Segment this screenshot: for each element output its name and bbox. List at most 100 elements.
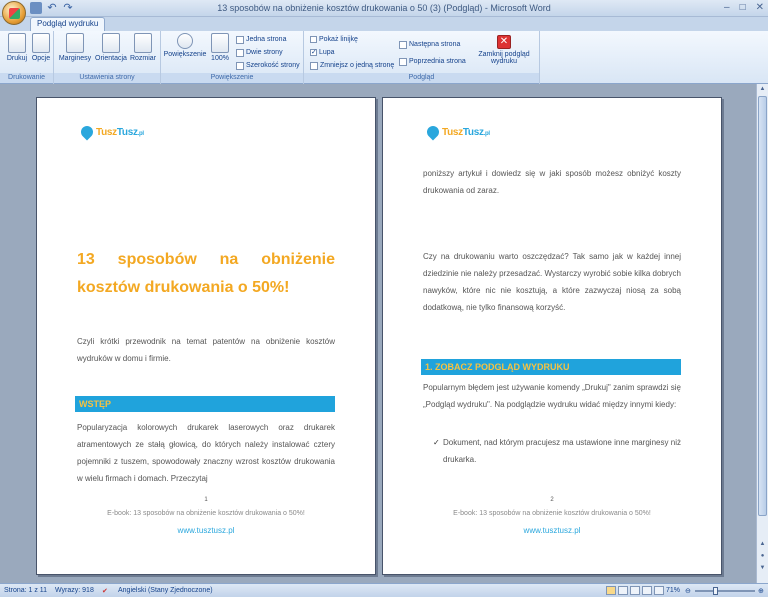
office-logo-icon: [9, 8, 20, 19]
web-layout-view-icon[interactable]: [630, 586, 640, 595]
zoom-100-button[interactable]: 100%: [207, 33, 233, 62]
zoom-button-label: Powiększenie: [163, 51, 207, 58]
magnifier-checkbox[interactable]: ✓ Lupa: [310, 47, 335, 58]
show-ruler-check[interactable]: [310, 36, 317, 43]
next-page-scroll-icon[interactable]: ▼: [758, 564, 767, 573]
page2-section-heading: 1. ZOBACZ PODGLĄD WYDRUKU: [421, 359, 681, 375]
prev-page-scroll-icon[interactable]: ▲: [758, 540, 767, 549]
show-ruler-checkbox[interactable]: Pokaż linijkę: [310, 34, 358, 45]
zoom-100-label: 100%: [211, 55, 229, 62]
page2-footer-link[interactable]: www.tusztusz.pl: [383, 526, 721, 535]
tab-print-preview[interactable]: Podgląd wydruku: [30, 17, 106, 31]
page2-logo-text: TuszTusz.pl: [442, 126, 490, 138]
print-layout-view-icon[interactable]: [606, 586, 616, 595]
group-zoom: Powiększenie 100% Jedna strona Dwie stro…: [161, 31, 304, 84]
size-button-label: Rozmiar: [129, 55, 157, 62]
window-controls: – □ ✕: [724, 2, 764, 13]
draft-view-icon[interactable]: [654, 586, 664, 595]
two-pages-button[interactable]: Dwie strony: [236, 47, 283, 58]
page2-para1: poniższy artykuł i dowiedz się w jaki sp…: [423, 169, 681, 195]
zoom-in-icon[interactable]: ⊕: [758, 587, 764, 595]
two-pages-icon: [236, 48, 244, 57]
orientation-button-label: Orientacja: [95, 55, 127, 62]
options-icon: [32, 33, 50, 53]
page-1[interactable]: TuszTusz.pl 13 sposobów na obniżenie kos…: [36, 97, 376, 575]
status-language[interactable]: Angielski (Stany Zjednoczone): [118, 587, 213, 594]
options-button-label: Opcje: [31, 55, 51, 62]
close-icon: ✕: [497, 35, 511, 49]
page-width-label: Szerokość strony: [246, 62, 300, 69]
page-size-icon: [134, 33, 152, 53]
one-page-icon: [236, 35, 244, 44]
prev-page-icon: [399, 57, 407, 66]
page2-bullet-1-text: Dokument, nad którym pracujesz ma ustawi…: [443, 438, 681, 464]
close-preview-button[interactable]: ✕ Zamknij podgląd wydruku: [472, 35, 536, 65]
zoom-slider-knob[interactable]: [713, 587, 718, 595]
two-pages-label: Dwie strony: [246, 49, 283, 56]
page2-para2: Czy na drukowaniu warto oszczędzać? Tak …: [423, 252, 681, 312]
vertical-scrollbar[interactable]: ▲ ▲ ● ▼: [756, 84, 768, 583]
zoom-out-icon[interactable]: ⊖: [685, 587, 691, 595]
group-page-setup: Marginesy Orientacja Rozmiar Ustawienia …: [54, 31, 161, 84]
ink-drop-icon: [78, 123, 96, 141]
ink-drop-icon: [424, 123, 442, 141]
group-print: Drukuj Opcje Drukowanie: [0, 31, 54, 84]
shrink-icon: [310, 61, 318, 70]
page1-title-line2: kosztów drukowania o 50%!: [77, 279, 290, 296]
page1-footer-text: E-book: 13 sposobów na obniżenie kosztów…: [107, 510, 305, 517]
status-words[interactable]: Wyrazy: 918: [55, 587, 94, 594]
zoom-slider[interactable]: [695, 590, 755, 592]
shrink-one-page-button[interactable]: Zmniejsz o jedną stronę: [310, 60, 394, 71]
outline-view-icon[interactable]: [642, 586, 652, 595]
group-preview: Pokaż linijkę ✓ Lupa Zmniejsz o jedną st…: [304, 31, 540, 84]
group-label-preview: Podgląd: [304, 73, 539, 83]
prev-page-button[interactable]: Poprzednia strona: [399, 56, 466, 67]
page1-intro: Czyli krótki przewodnik na temat patentó…: [77, 337, 335, 363]
prev-page-label: Poprzednia strona: [409, 58, 466, 65]
page2-para3: Popularnym błędem jest używanie komendy …: [423, 383, 681, 409]
group-label-page-setup: Ustawienia strony: [54, 73, 160, 83]
orientation-button[interactable]: Orientacja: [94, 33, 128, 62]
page-100-icon: [211, 33, 229, 53]
ribbon: Drukuj Opcje Drukowanie Marginesy Orient…: [0, 31, 768, 84]
group-label-print: Drukowanie: [0, 73, 53, 83]
scrollbar-thumb[interactable]: [758, 96, 767, 516]
page1-logo: TuszTusz.pl: [78, 123, 144, 141]
zoom-level[interactable]: 71%: [666, 587, 680, 594]
next-page-button[interactable]: Następna strona: [399, 39, 460, 50]
size-button[interactable]: Rozmiar: [128, 33, 158, 62]
status-bar: Strona: 1 z 11 Wyrazy: 918 ✔ Angielski (…: [0, 583, 768, 597]
minimize-button[interactable]: –: [724, 2, 730, 13]
options-button[interactable]: Opcje: [26, 33, 56, 62]
page1-footer-link[interactable]: www.tusztusz.pl: [37, 526, 375, 535]
page-width-icon: [236, 61, 244, 70]
close-window-button[interactable]: ✕: [756, 2, 764, 13]
margins-icon: [66, 33, 84, 53]
shrink-one-page-label: Zmniejsz o jedną stronę: [320, 62, 395, 69]
view-buttons: [606, 586, 664, 595]
title-bar: ↶ ↷ 13 sposobów na obniżenie kosztów dru…: [0, 0, 768, 25]
select-browse-object-icon[interactable]: ●: [758, 552, 767, 561]
group-label-zoom: Powiększenie: [161, 73, 303, 83]
page2-logo: TuszTusz.pl: [424, 123, 490, 141]
page-width-button[interactable]: Szerokość strony: [236, 60, 300, 71]
one-page-button[interactable]: Jedna strona: [236, 34, 286, 45]
full-screen-view-icon[interactable]: [618, 586, 628, 595]
page1-title-line1: 13 sposobów na obniżenie: [77, 251, 335, 268]
page1-logo-text: TuszTusz.pl: [96, 126, 144, 138]
status-page[interactable]: Strona: 1 z 11: [4, 587, 47, 594]
orientation-icon: [102, 33, 120, 53]
maximize-button[interactable]: □: [740, 2, 746, 13]
office-button[interactable]: [2, 1, 26, 25]
scroll-up-icon[interactable]: ▲: [758, 85, 767, 94]
page-2[interactable]: TuszTusz.pl poniższy artykuł i dowiedz s…: [382, 97, 722, 575]
magnifier-check[interactable]: ✓: [310, 49, 317, 56]
window-title: 13 sposobów na obniżenie kosztów drukowa…: [217, 3, 551, 13]
proofing-icon[interactable]: ✔: [102, 587, 108, 595]
magnifier-icon: [177, 33, 193, 49]
margins-button[interactable]: Marginesy: [58, 33, 92, 62]
zoom-button[interactable]: Powiększenie: [163, 33, 207, 58]
printer-icon: [8, 33, 26, 53]
page1-number: 1: [204, 497, 208, 503]
page1-section-heading: WSTĘP: [75, 396, 335, 412]
